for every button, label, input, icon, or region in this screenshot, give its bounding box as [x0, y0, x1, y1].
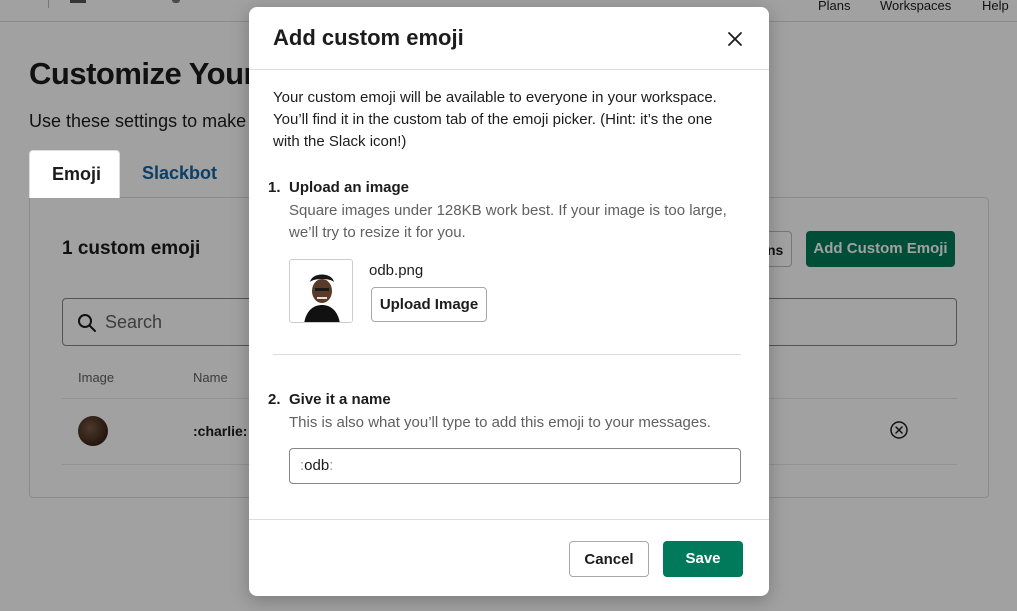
emoji-name-value: odb [304, 457, 330, 474]
image-preview-graphic [290, 260, 352, 322]
add-custom-emoji-dialog: Add custom emoji Your custom emoji will … [249, 7, 769, 596]
cancel-button[interactable]: Cancel [569, 541, 649, 577]
name-suffix-colon: : [329, 457, 334, 474]
uploaded-file-name: odb.png [369, 262, 424, 279]
emoji-name-input[interactable]: :odb: [289, 448, 741, 484]
modal-title: Add custom emoji [273, 25, 464, 50]
modal-footer: Cancel Save [249, 519, 769, 596]
step-1-description: Square images under 128KB work best. If … [289, 202, 727, 241]
step-2-title: Give it a name [289, 391, 391, 408]
step-2-description: This is also what you’ll type to add thi… [289, 414, 711, 431]
close-icon[interactable] [723, 27, 747, 51]
section-divider [273, 354, 741, 355]
upload-image-button[interactable]: Upload Image [371, 287, 487, 322]
tab-emoji[interactable]: Emoji [29, 150, 120, 198]
uploaded-image-preview [289, 259, 353, 323]
step-1-title: Upload an image [289, 179, 410, 196]
save-button[interactable]: Save [663, 541, 743, 577]
step-2-number: 2. [268, 391, 281, 408]
modal-header: Add custom emoji [249, 7, 769, 70]
modal-intro-text: Your custom emoji will be available to e… [273, 89, 717, 150]
step-1-number: 1. [268, 179, 281, 196]
